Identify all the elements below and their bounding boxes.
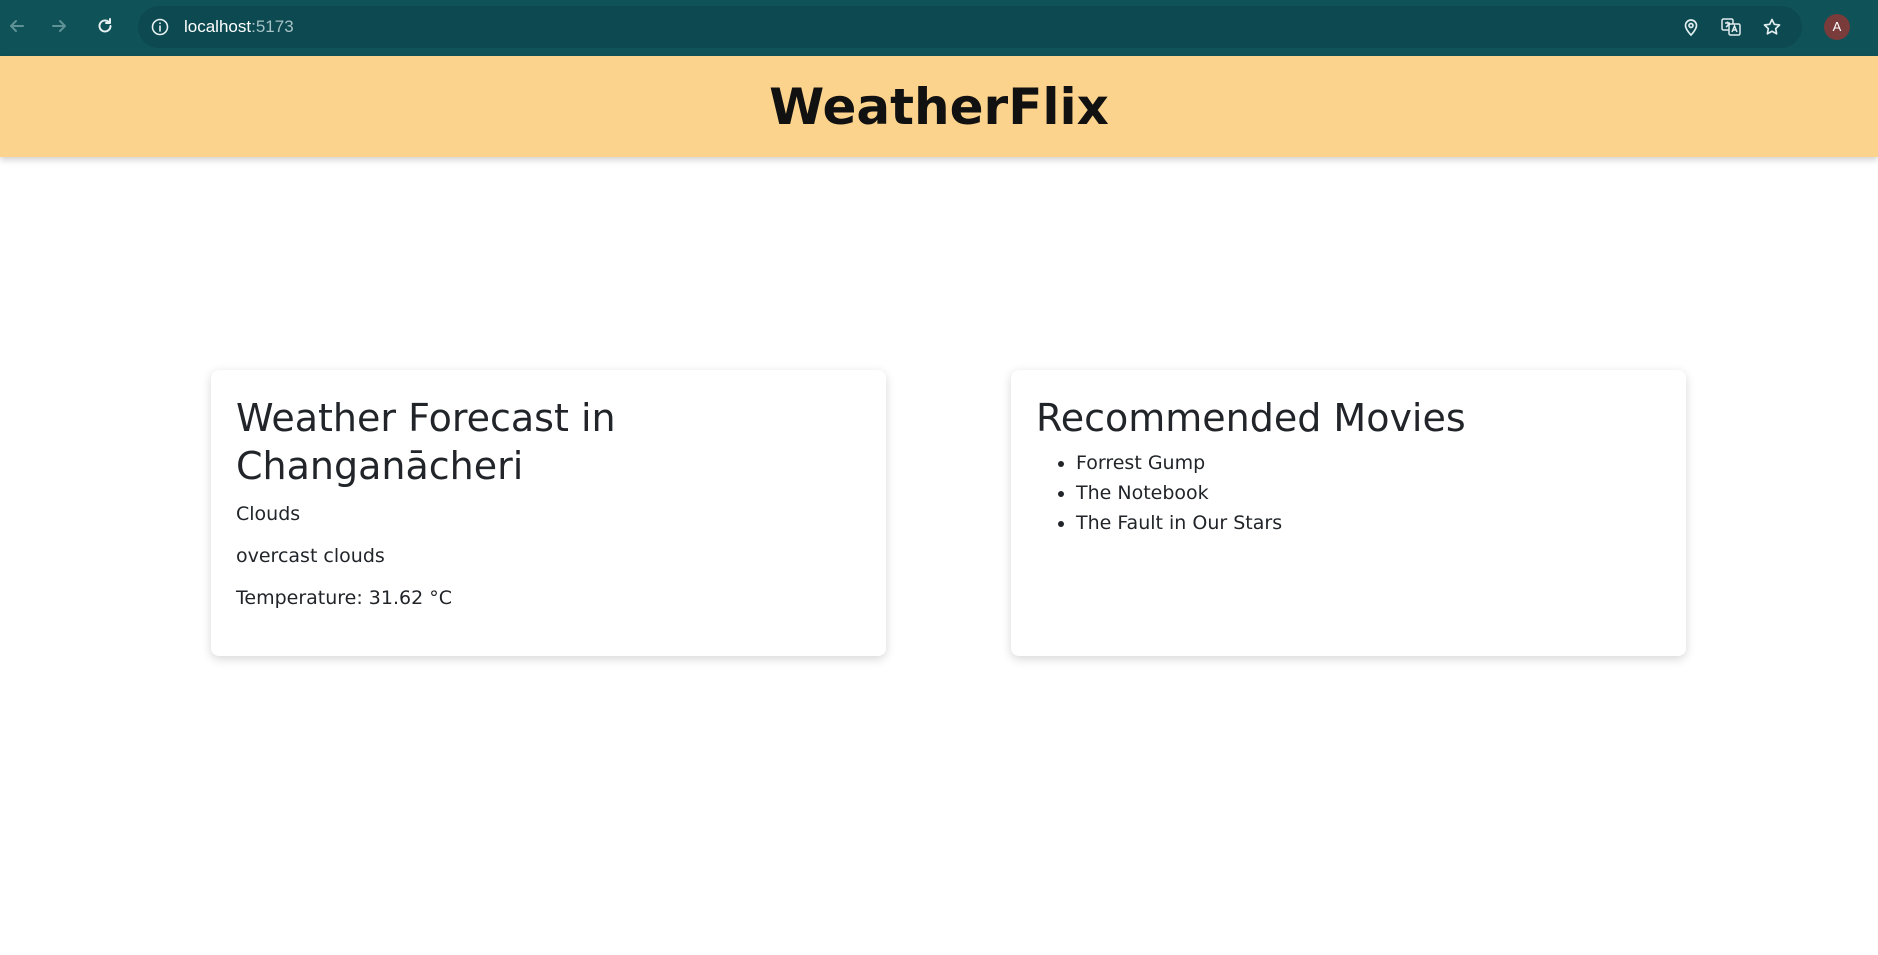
list-item: The Fault in Our Stars bbox=[1076, 508, 1661, 538]
reload-icon bbox=[98, 18, 112, 33]
app-header: WeatherFlix bbox=[0, 56, 1878, 157]
forward-arrow-icon bbox=[52, 20, 66, 32]
url-text[interactable]: localhost:5173 bbox=[184, 6, 294, 48]
forward-button[interactable] bbox=[43, 10, 75, 42]
list-item: The Notebook bbox=[1076, 478, 1661, 508]
info-icon bbox=[151, 18, 169, 36]
location-button[interactable] bbox=[1679, 15, 1703, 39]
translate-icon bbox=[1721, 18, 1741, 36]
movies-heading: Recommended Movies bbox=[1036, 396, 1466, 440]
site-info-button[interactable] bbox=[148, 15, 172, 39]
weather-description: overcast clouds bbox=[236, 545, 385, 567]
profile-avatar[interactable]: A bbox=[1824, 14, 1850, 40]
movies-card: Recommended Movies Forrest Gump The Note… bbox=[1011, 370, 1686, 656]
app-title: WeatherFlix bbox=[769, 77, 1109, 136]
weather-condition: Clouds bbox=[236, 503, 301, 525]
location-pin-icon bbox=[1684, 19, 1698, 37]
back-button[interactable] bbox=[1, 10, 33, 42]
star-icon bbox=[1763, 18, 1781, 35]
translate-button[interactable] bbox=[1719, 15, 1743, 39]
weather-temperature: Temperature: 31.62 °C bbox=[236, 587, 452, 609]
browser-toolbar: localhost:5173 A bbox=[0, 0, 1878, 56]
url-host: localhost bbox=[184, 17, 252, 36]
movie-list: Forrest Gump The Notebook The Fault in O… bbox=[1036, 448, 1661, 538]
back-arrow-icon bbox=[10, 20, 24, 32]
list-item: Forrest Gump bbox=[1076, 448, 1661, 478]
weather-card: Weather Forecast in Changanācheri Clouds… bbox=[211, 370, 886, 656]
weather-heading: Weather Forecast in Changanācheri bbox=[236, 396, 616, 488]
reload-button[interactable] bbox=[89, 10, 121, 42]
bookmark-button[interactable] bbox=[1760, 15, 1784, 39]
address-bar[interactable]: localhost:5173 bbox=[138, 6, 1802, 48]
url-port: :5173 bbox=[251, 17, 294, 36]
